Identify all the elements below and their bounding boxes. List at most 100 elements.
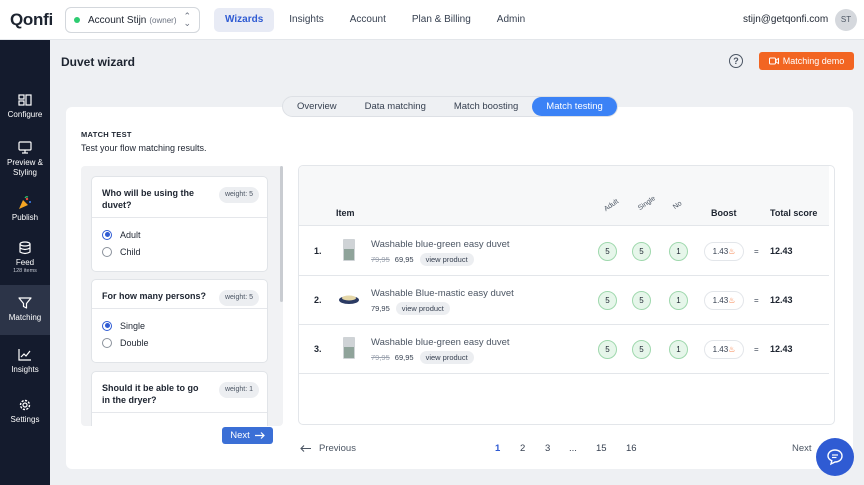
- filter-icon: [0, 295, 50, 310]
- avatar[interactable]: ST: [835, 9, 857, 31]
- radio-icon[interactable]: [102, 246, 112, 257]
- tab-data-matching[interactable]: Data matching: [351, 97, 440, 116]
- option-single[interactable]: Single: [92, 317, 267, 334]
- page-2[interactable]: 2: [520, 443, 525, 454]
- question-text: For how many persons?: [102, 291, 207, 301]
- product-thumbnail[interactable]: [339, 237, 359, 263]
- page-ellipsis: ...: [569, 443, 577, 454]
- row-rank: 3.: [314, 344, 322, 354]
- previous-page-button[interactable]: Previous: [300, 443, 356, 454]
- sidebar-item-settings[interactable]: Settings: [0, 397, 50, 424]
- chat-button[interactable]: [816, 438, 854, 476]
- arrow-right-icon: [254, 432, 265, 439]
- section-subtitle: Test your flow matching results.: [81, 143, 207, 153]
- view-product-button[interactable]: view product: [419, 351, 474, 364]
- nav-plan-billing[interactable]: Plan & Billing: [401, 8, 482, 32]
- table-row[interactable]: 3. Washable blue-green easy duvet 79,95 …: [299, 325, 829, 374]
- sidebar-item-feed[interactable]: Feed 128 items: [0, 240, 50, 274]
- product-thumbnail[interactable]: [339, 286, 359, 312]
- sidebar: Configure Preview & Styling Publish Feed…: [0, 40, 50, 485]
- total-score: 12.43: [770, 246, 793, 256]
- results-table: Item Adult Single No Boost Total score 1…: [298, 165, 835, 425]
- sidebar-item-label: Preview & Styling: [6, 158, 43, 177]
- chevron-updown-icon: ⌃ ⌄: [183, 11, 191, 28]
- header-item: Item: [336, 208, 355, 218]
- question-card: For how many persons? weight: 5 Single D…: [91, 279, 268, 363]
- database-icon: [0, 240, 50, 255]
- page-title: Duvet wizard: [61, 55, 136, 69]
- feed-count: 128 items: [13, 268, 37, 274]
- option-adult[interactable]: Adult: [92, 226, 267, 243]
- arrow-left-icon: [300, 445, 311, 452]
- page-16[interactable]: 16: [626, 443, 637, 454]
- score-no: 1: [669, 291, 688, 310]
- header-total: Total score: [770, 208, 818, 218]
- tab-match-boosting[interactable]: Match boosting: [440, 97, 532, 116]
- party-icon: [0, 195, 50, 210]
- user-email[interactable]: stijn@getqonfi.com: [743, 14, 828, 25]
- boost-badge: 1.43 ♨: [704, 242, 744, 261]
- view-product-button[interactable]: view product: [395, 302, 450, 315]
- wizard-tabs: Overview Data matching Match boosting Ma…: [282, 96, 618, 117]
- status-dot-icon: [74, 17, 80, 23]
- score-adult: 5: [598, 242, 617, 261]
- next-page-button[interactable]: Next: [792, 443, 812, 454]
- monitor-icon: [0, 140, 50, 155]
- sidebar-item-label: Insights: [11, 365, 39, 374]
- page-15[interactable]: 15: [596, 443, 607, 454]
- page-3[interactable]: 3: [545, 443, 550, 454]
- row-rank: 1.: [314, 246, 322, 256]
- nav-insights[interactable]: Insights: [278, 8, 334, 32]
- account-name: Account Stijn: [88, 14, 147, 26]
- boost-badge: 1.43 ♨: [704, 340, 744, 359]
- sidebar-item-preview[interactable]: Preview & Styling: [0, 140, 50, 178]
- radio-icon[interactable]: [102, 337, 112, 348]
- score-adult: 5: [598, 291, 617, 310]
- page-1[interactable]: 1: [495, 443, 500, 454]
- sidebar-item-matching[interactable]: Matching: [0, 285, 50, 335]
- matching-demo-button[interactable]: Matching demo: [759, 52, 854, 70]
- header-boost: Boost: [711, 208, 737, 218]
- table-row[interactable]: 1. Washable blue-green easy duvet 79,95 …: [299, 227, 829, 276]
- nav-admin[interactable]: Admin: [486, 8, 536, 32]
- weight-badge: weight: 5: [218, 187, 259, 203]
- questions-scrollbar[interactable]: [280, 166, 283, 302]
- questions-panel[interactable]: Who will be using the duvet? weight: 5 A…: [81, 166, 283, 426]
- sidebar-item-label: Configure: [7, 110, 43, 119]
- sidebar-item-insights[interactable]: Insights: [0, 347, 50, 374]
- top-bar: Qonfi Account Stijn (owner) ⌃ ⌄ Wizards I…: [0, 0, 864, 40]
- score-no: 1: [669, 340, 688, 359]
- score-adult: 5: [598, 340, 617, 359]
- table-header: Item Adult Single No Boost Total score: [299, 166, 829, 226]
- sidebar-item-label: Feed: [15, 258, 35, 267]
- option-child[interactable]: Child: [92, 243, 267, 260]
- sidebar-item-configure[interactable]: Configure: [0, 92, 50, 119]
- product-name[interactable]: Washable Blue-mastic easy duvet: [371, 288, 514, 299]
- nav-account[interactable]: Account: [339, 8, 397, 32]
- product-name[interactable]: Washable blue-green easy duvet: [371, 239, 510, 250]
- app-logo[interactable]: Qonfi: [10, 10, 53, 30]
- help-icon[interactable]: ?: [729, 54, 743, 68]
- nav-wizards[interactable]: Wizards: [214, 8, 275, 32]
- price: 69,95: [394, 353, 414, 362]
- table-row[interactable]: 2. Washable Blue-mastic easy duvet 79,95…: [299, 276, 829, 325]
- radio-selected-icon[interactable]: [102, 320, 112, 331]
- header-no: No: [671, 200, 684, 211]
- tab-overview[interactable]: Overview: [283, 97, 351, 116]
- tab-match-testing[interactable]: Match testing: [532, 97, 617, 116]
- sidebar-item-publish[interactable]: Publish: [0, 195, 50, 222]
- flame-icon: ♨: [728, 345, 736, 354]
- account-selector[interactable]: Account Stijn (owner) ⌃ ⌄: [65, 7, 200, 33]
- product-thumbnail[interactable]: [339, 335, 359, 361]
- section-title: MATCH TEST: [81, 130, 132, 139]
- radio-selected-icon[interactable]: [102, 229, 112, 240]
- product-name[interactable]: Washable blue-green easy duvet: [371, 337, 510, 348]
- row-rank: 2.: [314, 295, 322, 305]
- question-text: Who will be using the duvet?: [102, 188, 194, 210]
- header-single: Single: [636, 195, 657, 212]
- question-card: Should it be able to go in the dryer? we…: [91, 371, 268, 426]
- option-double[interactable]: Double: [92, 334, 267, 351]
- view-product-button[interactable]: view product: [419, 253, 474, 266]
- next-button[interactable]: Next: [222, 427, 273, 444]
- question-card: Who will be using the duvet? weight: 5 A…: [91, 176, 268, 272]
